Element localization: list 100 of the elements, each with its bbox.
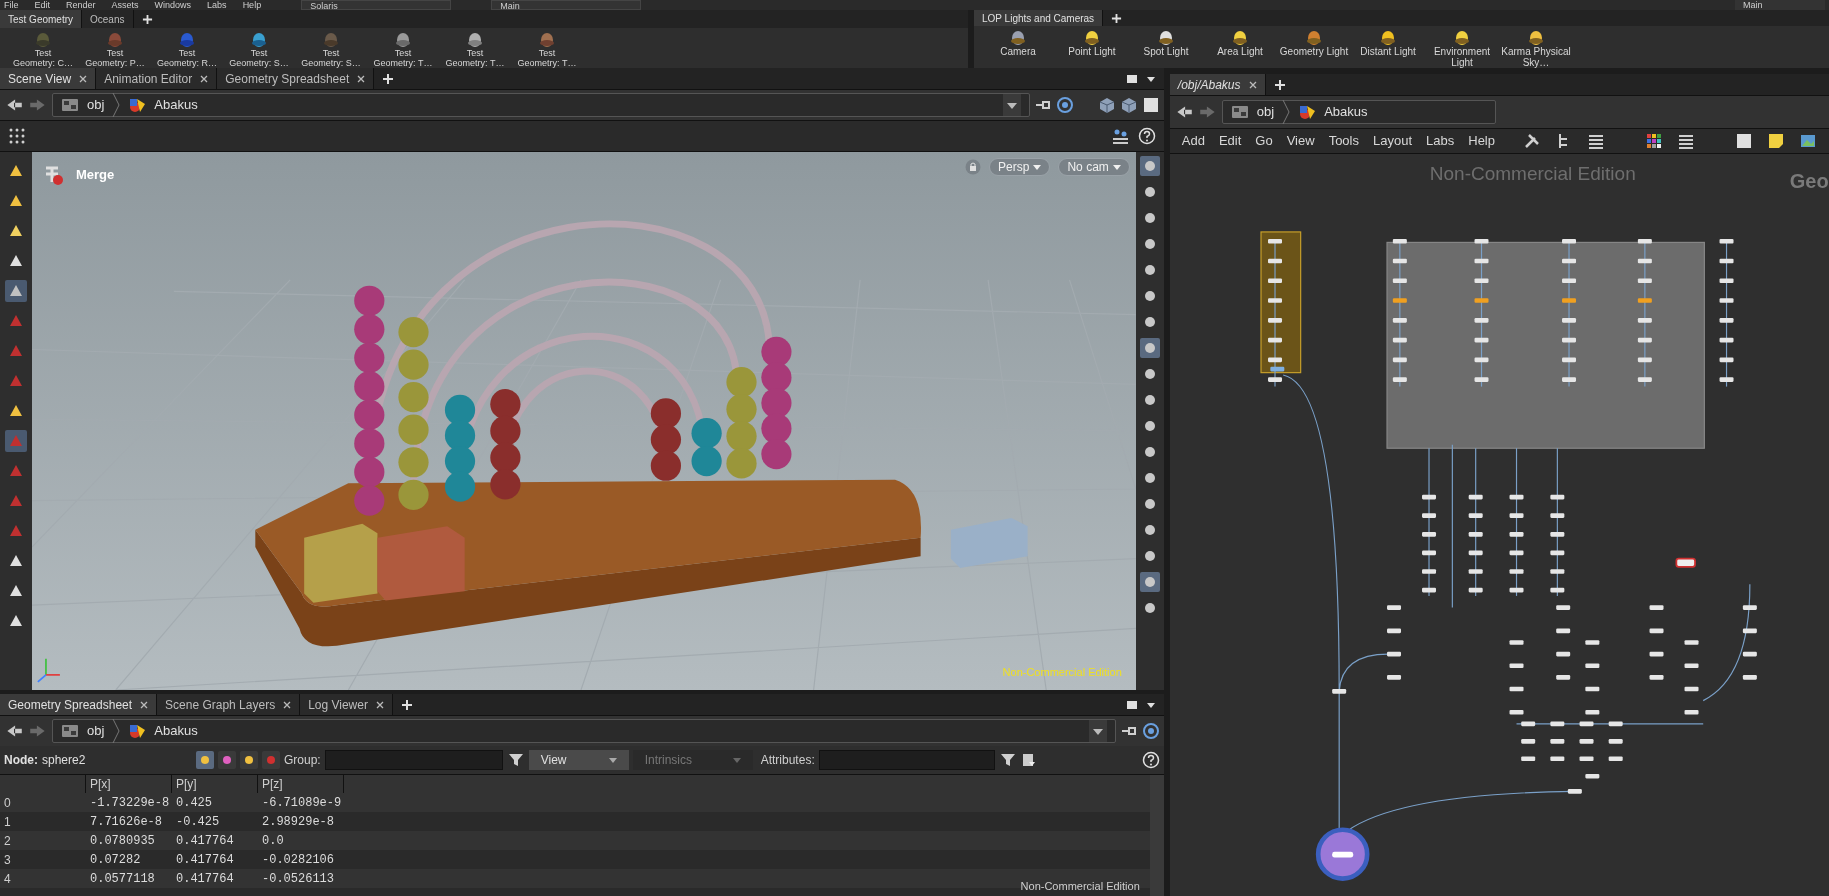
attribute-class-icon[interactable] [218, 751, 236, 769]
pane-tab[interactable]: Animation Editor [96, 68, 218, 89]
path-segment[interactable]: Abakus [154, 721, 198, 741]
display-tool-icon[interactable] [1139, 156, 1160, 176]
menu-item[interactable]: Assets [111, 0, 139, 10]
path-field[interactable]: obj Abakus [52, 719, 1116, 743]
menu-item[interactable]: Add [1181, 131, 1205, 151]
node-group[interactable] [1267, 238, 1757, 794]
desktop-menu[interactable]: Main [491, 0, 642, 10]
path-segment[interactable]: obj [1256, 102, 1275, 122]
attributes-field[interactable] [818, 750, 995, 770]
target-icon[interactable] [1055, 96, 1074, 114]
shelf-tool[interactable]: Test Geometry: T… [368, 30, 438, 68]
shelf-tool[interactable]: Test Geometry: S… [224, 30, 294, 68]
menu-item[interactable]: File [4, 0, 19, 10]
add-tab-icon[interactable] [141, 13, 153, 25]
view-menu[interactable]: No cam [1058, 158, 1130, 176]
shelf-tool[interactable]: Distant Light [1352, 28, 1424, 57]
grid-icon[interactable] [8, 127, 26, 145]
shelf-tab[interactable]: Test Geometry [0, 10, 83, 28]
pane-tab[interactable]: Scene Graph Layers [157, 694, 301, 715]
viewport[interactable]: Merge Persp No cam Non-Commercial Edition [32, 152, 1136, 690]
maximize-icon[interactable] [1125, 698, 1138, 711]
shelf-tool[interactable]: Spot Light [1130, 28, 1202, 57]
view-dropdown[interactable]: View [528, 750, 629, 770]
menu-item[interactable]: Help [1468, 131, 1495, 151]
path-field[interactable]: obj Abakus [1221, 100, 1496, 124]
menu-item[interactable]: Help [242, 0, 262, 10]
close-icon[interactable] [357, 74, 366, 83]
dropdown-button[interactable] [1002, 94, 1021, 116]
display-tool-icon[interactable] [1139, 338, 1160, 358]
desktop-menu[interactable]: Solaris [301, 0, 452, 10]
shelf-tool[interactable]: Test Geometry: R… [152, 30, 222, 68]
output-node[interactable] [1315, 827, 1370, 881]
help-icon[interactable] [1141, 751, 1160, 769]
menu-item[interactable]: Layout [1373, 131, 1413, 151]
menu-item[interactable]: Windows [154, 0, 192, 10]
pane-tab[interactable]: Geometry Spreadsheet [0, 694, 158, 715]
shelf-tool[interactable]: Camera [982, 28, 1054, 57]
pane-tab[interactable]: /obj/Abakus [1169, 74, 1266, 95]
target-icon[interactable] [1141, 722, 1160, 740]
tools-icon[interactable] [1523, 132, 1541, 150]
shelf-tool[interactable]: Point Light [1056, 28, 1128, 57]
filter-icon[interactable] [506, 751, 525, 769]
pane-tab[interactable]: Scene View [0, 68, 97, 89]
menu-item[interactable]: Render [66, 0, 96, 10]
pane-tab[interactable]: Log Viewer [300, 694, 393, 715]
shelf-tool[interactable]: Test Geometry: P… [80, 30, 150, 68]
add-tab-icon[interactable] [1111, 12, 1123, 24]
cube-icon[interactable] [1119, 96, 1138, 114]
shelf-tool[interactable]: Test Geometry: T… [440, 30, 510, 68]
close-icon[interactable] [200, 74, 209, 83]
path-segment[interactable]: Abakus [154, 95, 198, 115]
sticky-note-icon[interactable] [1767, 132, 1785, 150]
menu-item[interactable]: Labs [1426, 131, 1455, 151]
pane-tab[interactable]: Geometry Spreadsheet [217, 68, 375, 89]
list-icon[interactable] [1587, 132, 1605, 150]
shelf-tool[interactable]: Test Geometry: T… [512, 30, 582, 68]
shelf-tool[interactable]: Geometry Light [1278, 28, 1350, 57]
display-tool-icon[interactable] [1139, 572, 1160, 592]
add-tab-icon[interactable] [1273, 78, 1286, 91]
list-icon[interactable] [1677, 132, 1695, 150]
shelf-tool[interactable]: Test Geometry: C… [8, 30, 78, 68]
path-segment[interactable]: obj [87, 95, 105, 115]
square-icon[interactable] [1141, 96, 1160, 114]
filter-icon[interactable] [998, 751, 1017, 769]
add-tab-icon[interactable] [382, 72, 395, 85]
menu-item[interactable]: Labs [207, 0, 227, 10]
selected-node[interactable] [1675, 557, 1696, 568]
path-segment[interactable]: obj [87, 721, 105, 741]
attribute-class-icon[interactable] [196, 751, 214, 769]
network-box-icon[interactable] [1735, 132, 1753, 150]
menu-item[interactable]: Go [1255, 131, 1273, 151]
close-icon[interactable] [375, 700, 384, 709]
path-field[interactable]: obj Abakus [52, 93, 1030, 117]
close-icon[interactable] [283, 700, 292, 709]
menu-item[interactable]: Edit [34, 0, 51, 10]
group-field[interactable] [324, 750, 503, 770]
lock-icon[interactable] [965, 159, 982, 175]
maximize-icon[interactable] [1125, 72, 1138, 85]
menu-item[interactable]: View [1286, 131, 1315, 151]
shelf-tool[interactable]: Test Geometry: S… [296, 30, 366, 68]
shelf-tab[interactable]: LOP Lights and Cameras [974, 10, 1104, 26]
tool-icon[interactable] [5, 280, 27, 302]
close-icon[interactable] [140, 700, 149, 709]
add-tab-icon[interactable] [400, 698, 413, 711]
help-icon[interactable] [1137, 127, 1156, 145]
menu-item[interactable]: Edit [1218, 131, 1242, 151]
image-icon[interactable] [1799, 132, 1817, 150]
network-box[interactable] [1386, 241, 1705, 449]
cube-icon[interactable] [1097, 96, 1116, 114]
path-segment[interactable]: Abakus [1324, 102, 1368, 122]
desktop-menu[interactable]: Main [1735, 0, 1825, 10]
shelf-tool[interactable]: Area Light [1204, 28, 1276, 57]
menu-item[interactable]: Tools [1328, 131, 1359, 151]
close-icon[interactable] [1248, 80, 1257, 89]
color-palette-icon[interactable] [1645, 132, 1663, 150]
display-options-icon[interactable] [1111, 127, 1130, 145]
attribute-class-icon[interactable] [240, 751, 258, 769]
dropdown-button[interactable] [1088, 720, 1107, 742]
